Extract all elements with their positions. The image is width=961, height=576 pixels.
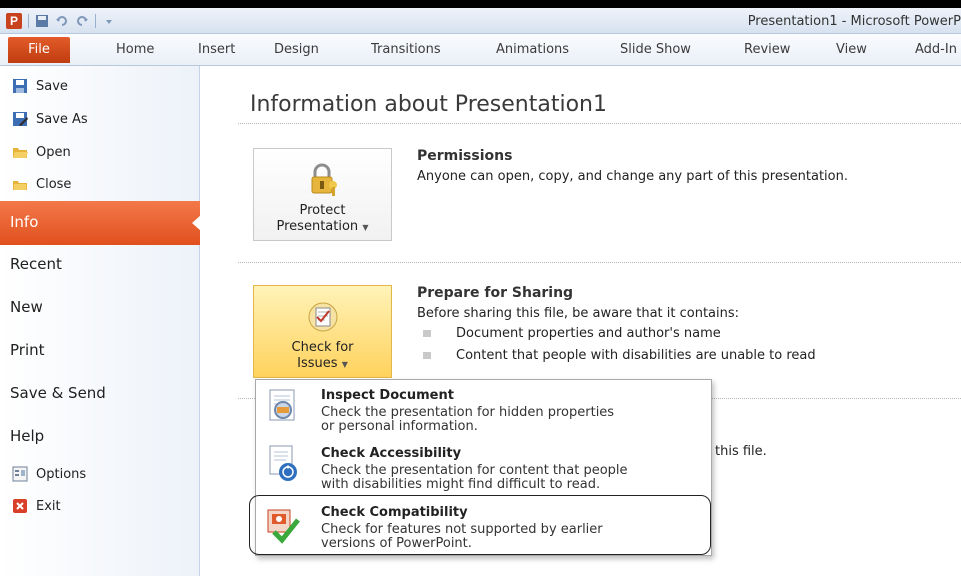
qat-separator <box>95 14 96 28</box>
permissions-heading: Permissions <box>417 148 513 164</box>
open-folder-icon <box>12 144 28 160</box>
sidebar-item-label: Info <box>10 213 39 231</box>
check-button-line1: Check for <box>291 340 354 355</box>
tab-add-ins[interactable]: Add-In <box>915 42 957 57</box>
chevron-down-icon: ▼ <box>341 360 348 369</box>
sidebar-item-save-send[interactable]: Save & Send <box>10 384 106 402</box>
menu-item-title: Inspect Document <box>321 388 454 403</box>
options-icon <box>12 466 28 482</box>
versions-partial-text: this file. <box>715 444 767 459</box>
bullet-marker <box>423 330 431 337</box>
protect-presentation-button[interactable]: Protect Presentation ▼ <box>253 148 392 241</box>
sharing-heading: Prepare for Sharing <box>417 285 574 301</box>
save-icon[interactable] <box>35 14 49 28</box>
menu-item-check-accessibility[interactable]: Check Accessibility Check the presentati… <box>256 438 711 496</box>
sharing-text: Before sharing this file, be aware that … <box>417 306 740 321</box>
close-folder-icon <box>12 176 28 192</box>
active-pointer <box>192 215 201 231</box>
sidebar-item-label: Save As <box>36 111 88 127</box>
check-button-line2: Issues <box>297 356 338 371</box>
tab-transitions[interactable]: Transitions <box>371 42 441 57</box>
menu-item-desc-line1: Check the presentation for hidden proper… <box>321 405 615 420</box>
tab-animations[interactable]: Animations <box>496 42 569 57</box>
exit-icon <box>12 498 28 514</box>
sidebar-item-open[interactable]: Open <box>12 144 71 160</box>
qat-separator <box>28 14 29 28</box>
customize-qat-icon[interactable] <box>102 14 116 28</box>
sidebar-item-options[interactable]: Options <box>12 466 86 482</box>
accessibility-icon <box>269 445 297 481</box>
tab-slide-show[interactable]: Slide Show <box>620 42 691 57</box>
backstage-sidebar: Save Save As Open Close Info Recent New … <box>0 66 201 576</box>
sidebar-item-recent[interactable]: Recent <box>10 255 62 273</box>
redo-icon[interactable] <box>75 14 89 28</box>
sidebar-item-print[interactable]: Print <box>10 341 45 359</box>
save-as-icon <box>12 111 28 127</box>
save-icon <box>12 78 28 94</box>
protect-button-line2: Presentation <box>276 219 359 234</box>
sidebar-item-exit[interactable]: Exit <box>12 498 61 514</box>
menu-item-desc-line2: with disabilities might find difficult t… <box>321 477 601 492</box>
tab-view[interactable]: View <box>836 42 867 57</box>
sidebar-item-save[interactable]: Save <box>12 78 68 94</box>
menu-item-inspect-document[interactable]: Inspect Document Check the presentation … <box>256 380 711 438</box>
tab-review[interactable]: Review <box>744 42 790 57</box>
tab-file[interactable]: File <box>8 37 70 63</box>
sidebar-item-help[interactable]: Help <box>10 427 44 445</box>
window-title: Presentation1 - Microsoft PowerP <box>747 14 961 29</box>
check-issues-icon <box>308 302 337 332</box>
sidebar-item-label: Options <box>36 466 87 482</box>
protect-button-line1: Protect <box>299 203 346 218</box>
menu-item-title: Check Accessibility <box>321 446 462 461</box>
check-for-issues-button[interactable]: Check for Issues ▼ <box>253 285 392 378</box>
sidebar-item-label: Open <box>36 144 71 160</box>
sharing-bullet-2: Content that people with disabilities ar… <box>456 348 816 363</box>
sidebar-item-close[interactable]: Close <box>12 176 71 192</box>
chevron-down-icon: ▼ <box>362 223 369 232</box>
top-black-border <box>0 0 961 8</box>
ribbon-tab-bar: File Home Insert Design Transitions Anim… <box>0 34 961 66</box>
section-divider <box>238 262 961 263</box>
sidebar-item-save-as[interactable]: Save As <box>12 111 88 127</box>
menu-item-desc-line1: Check the presentation for content that … <box>321 463 628 478</box>
sidebar-item-label: Save <box>36 78 68 94</box>
quick-access-toolbar: P <box>6 12 116 30</box>
undo-icon[interactable] <box>55 14 69 28</box>
section-divider <box>238 123 961 124</box>
sidebar-item-label: Exit <box>36 498 61 514</box>
powerpoint-app-icon[interactable]: P <box>6 13 22 29</box>
title-bar: P Presentation1 - Microsoft PowerP <box>0 8 961 34</box>
sidebar-item-info[interactable]: Info <box>0 201 201 245</box>
inspect-document-icon <box>269 389 295 421</box>
compatibility-highlight-outline <box>249 495 711 555</box>
tab-design[interactable]: Design <box>274 42 319 57</box>
permissions-text: Anyone can open, copy, and change any pa… <box>417 169 848 184</box>
sidebar-item-label: Close <box>36 176 72 192</box>
sidebar-item-new[interactable]: New <box>10 298 43 316</box>
tab-home[interactable]: Home <box>116 42 154 57</box>
sharing-bullet-1: Document properties and author's name <box>456 326 721 341</box>
menu-item-desc-line2: or personal information. <box>321 419 478 434</box>
bullet-marker <box>423 352 431 359</box>
page-title: Information about Presentation1 <box>250 92 607 117</box>
tab-insert[interactable]: Insert <box>198 42 235 57</box>
protect-lock-icon <box>311 163 337 196</box>
